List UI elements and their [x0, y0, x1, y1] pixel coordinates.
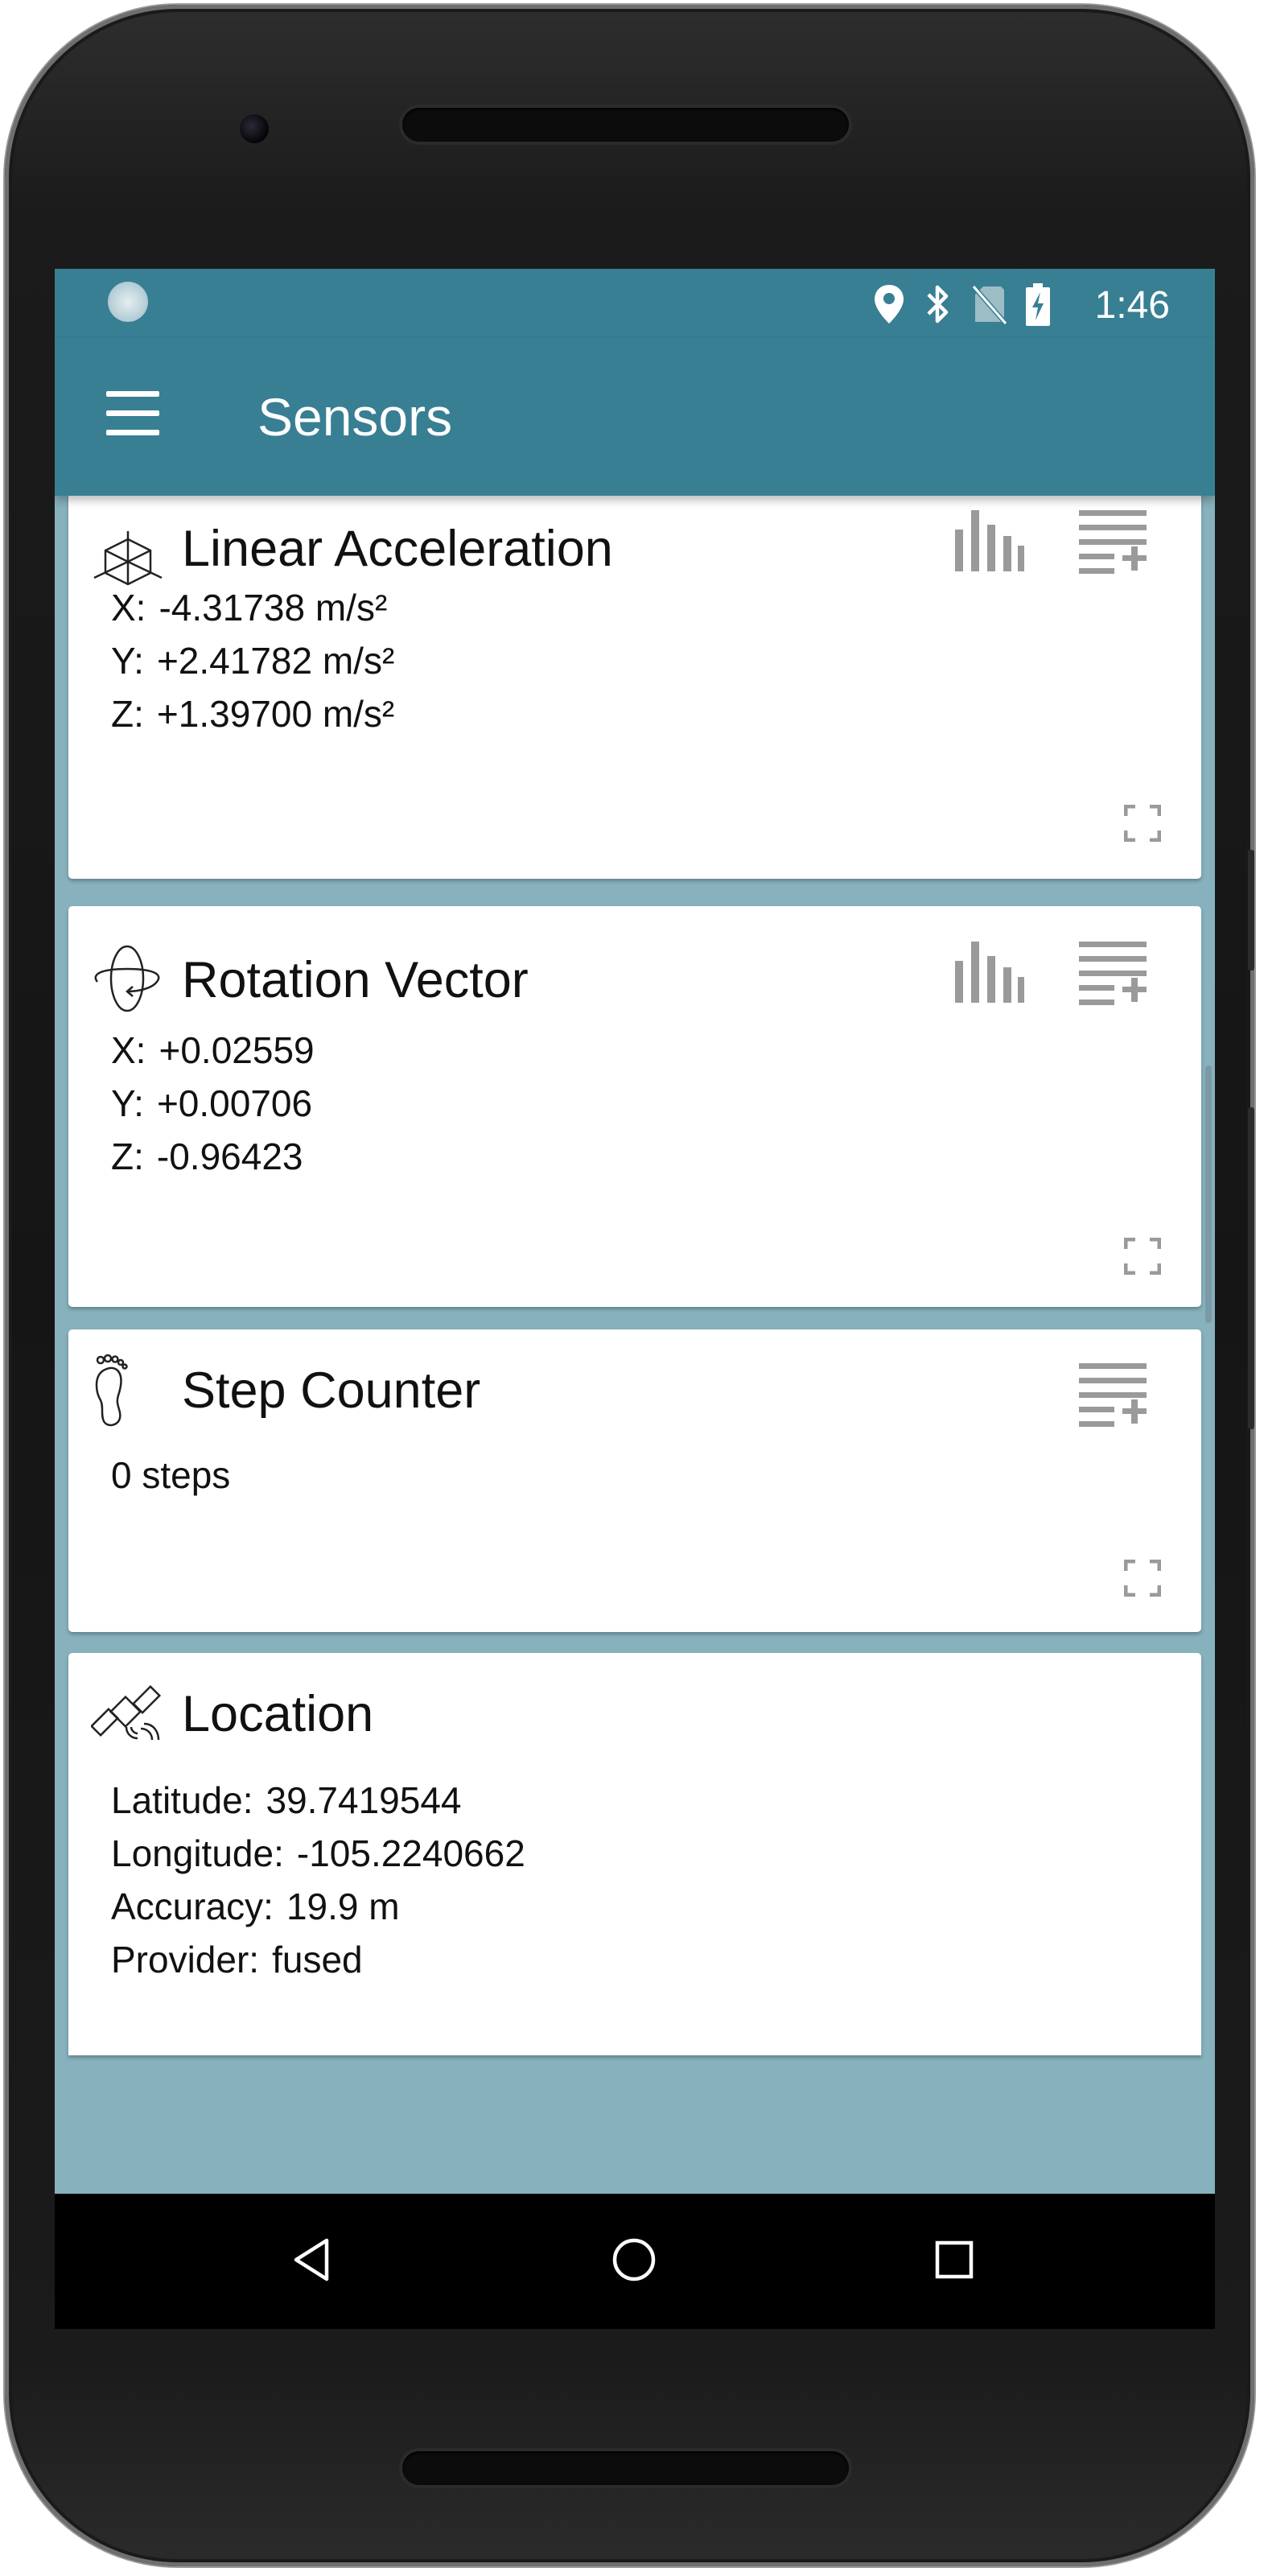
- status-bar: 1:46: [55, 269, 1215, 338]
- step-count-value: 0 steps: [111, 1454, 231, 1496]
- linear-acceleration-card[interactable]: Linear Acceleration X: -4.31738 m/s² Y: …: [68, 486, 1201, 879]
- home-circle-icon[interactable]: [610, 2236, 658, 2284]
- back-triangle-icon[interactable]: [290, 2236, 338, 2284]
- data-row: Longitude: -105.2240662: [111, 1832, 525, 1874]
- recents-square-icon[interactable]: [930, 2236, 978, 2284]
- app-bar: Sensors: [55, 338, 1215, 496]
- playlist-add-icon[interactable]: [1077, 510, 1148, 575]
- sync-indicator-icon: [108, 282, 148, 322]
- battery-charging-icon: [1026, 283, 1050, 326]
- data-row: Accuracy: 19.9 m: [111, 1886, 400, 1927]
- fullscreen-icon[interactable]: [1124, 1560, 1161, 1597]
- bar-chart-icon[interactable]: [953, 942, 1024, 1003]
- card-title: Linear Acceleration: [182, 521, 613, 577]
- satellite-icon: [91, 1684, 162, 1741]
- card-title: Step Counter: [182, 1362, 481, 1419]
- bottom-speaker: [402, 2451, 849, 2485]
- rotation-orbit-icon: [94, 945, 160, 1012]
- fullscreen-icon[interactable]: [1124, 1238, 1161, 1275]
- data-row: X: +0.02559: [111, 1029, 315, 1071]
- card-title: Rotation Vector: [182, 952, 529, 1008]
- card-title: Location: [182, 1686, 374, 1742]
- data-row: Y: +2.41782 m/s²: [111, 640, 395, 682]
- playlist-add-icon[interactable]: [1077, 942, 1148, 1006]
- bluetooth-icon: [927, 285, 949, 324]
- footprint-icon: [95, 1354, 128, 1427]
- location-card[interactable]: Location Latitude: 39.7419544 Longitude: -…: [68, 1653, 1201, 2055]
- screen: 1:46 Sensors Linear Acceleration X:-4.31…: [55, 269, 1215, 2329]
- fullscreen-icon[interactable]: [1124, 805, 1161, 842]
- step-counter-card[interactable]: Step Counter 0 steps: [68, 1329, 1201, 1632]
- phone-frame: 1:46 Sensors Linear Acceleration X:-4.31…: [5, 5, 1254, 2566]
- volume-button: [1248, 1107, 1254, 1429]
- front-camera: [240, 114, 269, 143]
- bar-chart-icon[interactable]: [953, 510, 1024, 571]
- data-row: Z: -0.96423: [111, 1136, 303, 1177]
- scrollbar[interactable]: [1205, 1065, 1212, 1323]
- status-time: 1:46: [1094, 284, 1170, 327]
- data-row: X: -4.31738 m/s²: [111, 587, 388, 629]
- power-button: [1248, 850, 1254, 971]
- data-row: Z: +1.39700 m/s²: [111, 693, 395, 735]
- rotation-vector-card[interactable]: Rotation Vector X: +0.02559 Y: +0.00706 …: [68, 906, 1201, 1307]
- location-pin-icon: [875, 285, 904, 324]
- data-row: Provider: fused: [111, 1939, 363, 1980]
- app-title: Sensors: [257, 387, 453, 447]
- no-sim-icon: [972, 285, 1007, 325]
- data-row: Y: +0.00706: [111, 1082, 313, 1124]
- navigation-bar: [55, 2194, 1215, 2329]
- playlist-add-icon[interactable]: [1077, 1363, 1148, 1428]
- data-row: Latitude: 39.7419544: [111, 1779, 462, 1821]
- hamburger-menu-icon[interactable]: [106, 391, 163, 436]
- top-speaker: [402, 108, 849, 142]
